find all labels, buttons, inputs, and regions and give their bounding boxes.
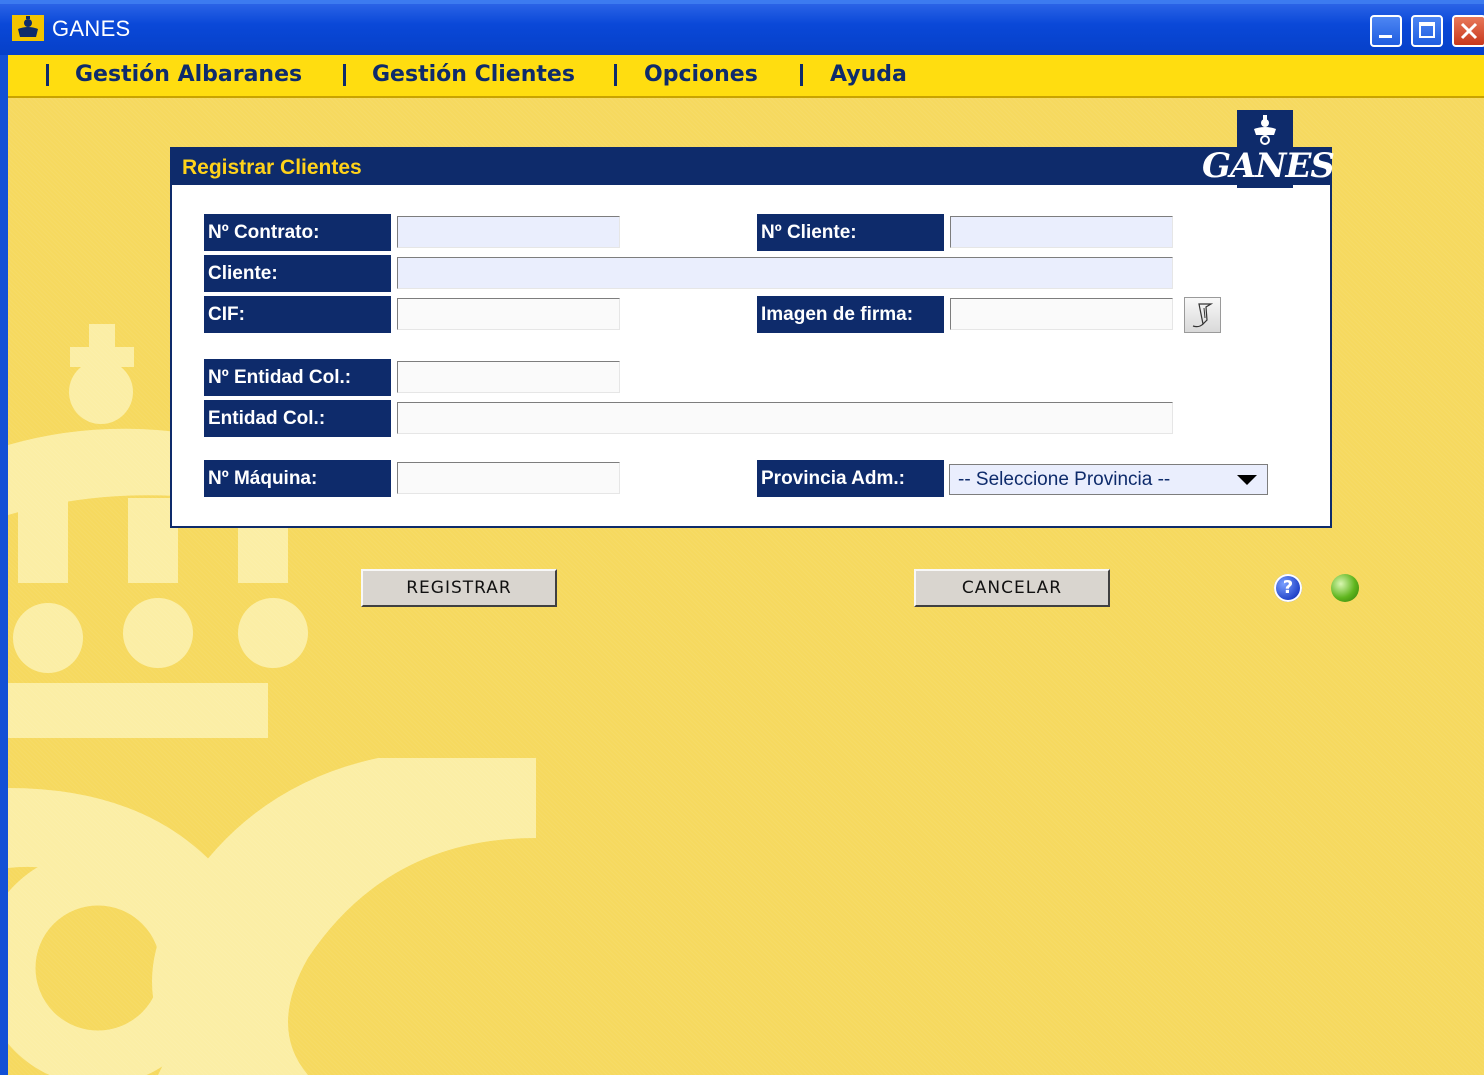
panel-header: Registrar Clientes — [172, 149, 1330, 185]
entidad-num-input[interactable] — [397, 361, 620, 393]
menu-separator — [614, 64, 617, 86]
cliente-num-label: Nº Cliente: — [757, 214, 944, 251]
window-left-border — [0, 55, 8, 1075]
registrar-button[interactable]: REGISTRAR — [361, 569, 557, 607]
maquina-label: Nº Máquina: — [204, 460, 391, 497]
provincia-label: Provincia Adm.: — [757, 460, 944, 497]
cif-input[interactable] — [397, 298, 620, 330]
menu-separator — [343, 64, 346, 86]
contrato-input[interactable] — [397, 216, 620, 248]
menu-separator — [46, 64, 49, 86]
maximize-icon — [1419, 22, 1435, 38]
menu-bar: Gestión Albaranes Gestión Clientes Opcio… — [8, 55, 1484, 98]
menu-gestion-albaranes[interactable]: Gestión Albaranes — [75, 62, 302, 87]
menu-gestion-clientes[interactable]: Gestión Clientes — [372, 62, 575, 87]
menu-ayuda[interactable]: Ayuda — [830, 62, 907, 87]
dropdown-arrow-icon — [1237, 475, 1257, 485]
cif-label: CIF: — [204, 296, 391, 333]
postal-horn-crown-icon — [1254, 115, 1276, 145]
help-icon[interactable]: ? — [1274, 574, 1302, 602]
maquina-input[interactable] — [397, 462, 620, 494]
cliente-num-input[interactable] — [950, 216, 1173, 248]
minimize-icon — [1379, 35, 1392, 38]
close-button[interactable] — [1452, 15, 1484, 47]
postal-crown-icon — [12, 15, 44, 41]
menu-separator — [800, 64, 803, 86]
cliente-label: Cliente: — [204, 255, 391, 292]
firma-input[interactable] — [950, 298, 1173, 330]
signature-browse-button[interactable] — [1184, 297, 1221, 333]
contrato-label: Nº Contrato: — [204, 214, 391, 251]
close-icon — [1460, 22, 1478, 40]
entidad-input[interactable] — [397, 402, 1173, 434]
minimize-button[interactable] — [1370, 15, 1402, 47]
provincia-select[interactable]: -- Seleccione Provincia -- — [949, 464, 1268, 495]
cancelar-button[interactable]: CANCELAR — [914, 569, 1110, 607]
firma-label: Imagen de firma: — [757, 296, 944, 333]
window-titlebar: GANES — [0, 0, 1484, 55]
entidad-num-label: Nº Entidad Col.: — [204, 359, 391, 396]
ganes-logo-text: GANES — [1202, 146, 1335, 186]
provincia-selected-value: -- Seleccione Provincia -- — [958, 469, 1171, 490]
signature-pen-icon — [1192, 303, 1214, 328]
menu-opciones[interactable]: Opciones — [644, 62, 758, 87]
maximize-button[interactable] — [1411, 15, 1443, 47]
entidad-label: Entidad Col.: — [204, 400, 391, 437]
cliente-input[interactable] — [397, 257, 1173, 289]
panel-title: Registrar Clientes — [182, 156, 362, 179]
window-title: GANES — [52, 16, 131, 41]
status-green-icon[interactable] — [1331, 574, 1359, 602]
